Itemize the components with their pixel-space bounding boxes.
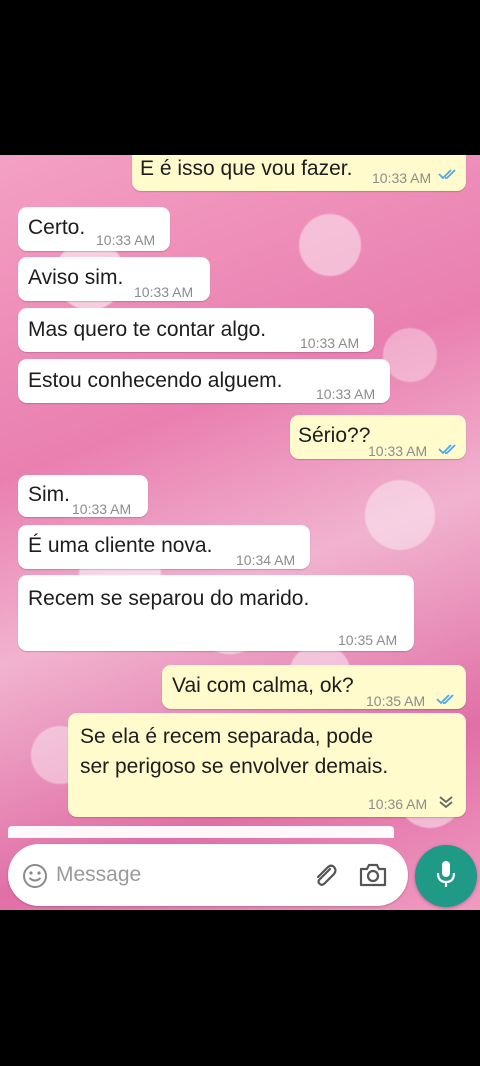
message-time: 10:33 AM (300, 335, 360, 351)
message-text: Mas quero te contar algo. (28, 318, 267, 341)
message-bubble-incoming[interactable]: Estou conhecendo alguem. 10:33 AM (18, 359, 390, 403)
attach-icon[interactable] (310, 860, 340, 890)
message-text: Estou conhecendo alguem. (28, 369, 283, 392)
message-text: Recem se separou do marido. (28, 587, 310, 610)
message-time: 10:34 AM (236, 552, 296, 568)
message-bubble-partial (8, 826, 394, 838)
message-bubble-incoming[interactable]: Aviso sim. 10:33 AM (18, 257, 210, 301)
emoji-icon[interactable] (22, 863, 48, 889)
message-time: 10:33 AM (372, 170, 432, 186)
message-time: 10:33 AM (316, 386, 376, 402)
message-text: Certo. (28, 216, 86, 239)
mic-button[interactable] (415, 845, 477, 907)
message-bubble-incoming[interactable]: Sim. 10:33 AM (18, 475, 148, 517)
message-text-line-2: ser perigoso se envolver demais. (80, 755, 389, 778)
message-text-line-1: Se ela é recem separada, pode (80, 725, 374, 748)
message-time: 10:35 AM (366, 693, 426, 709)
message-time: 10:36 AM (368, 796, 428, 812)
message-bubble-outgoing[interactable]: Se ela é recem separada, pode ser perigo… (68, 713, 466, 817)
message-time: 10:35 AM (338, 632, 398, 648)
message-time: 10:33 AM (72, 501, 132, 517)
message-text: Sério?? (298, 424, 371, 447)
message-bubble-incoming[interactable]: Recem se separou do marido. 10:35 AM (18, 575, 414, 651)
message-bubble-incoming[interactable]: Certo. 10:33 AM (18, 207, 170, 251)
message-time: 10:33 AM (368, 443, 428, 459)
read-ticks-icon (436, 687, 456, 714)
read-ticks-icon (438, 162, 458, 189)
message-text: Aviso sim. (28, 266, 124, 289)
message-bubble-incoming[interactable]: Mas quero te contar algo. 10:33 AM (18, 308, 374, 352)
mic-icon (435, 859, 457, 894)
message-bubble-outgoing[interactable]: Vai com calma, ok? 10:35 AM (162, 665, 466, 709)
message-text: E é isso que vou fazer. (140, 157, 353, 180)
scroll-down-icon[interactable] (432, 788, 460, 816)
message-time: 10:33 AM (96, 232, 156, 248)
message-composer (8, 844, 408, 906)
message-text: Vai com calma, ok? (172, 674, 354, 697)
message-text: Sim. (28, 483, 70, 506)
message-text: É uma cliente nova. (28, 534, 213, 557)
read-ticks-icon (438, 437, 458, 464)
message-input[interactable] (56, 857, 296, 893)
message-time: 10:33 AM (134, 284, 194, 300)
message-bubble-outgoing[interactable]: Sério?? 10:33 AM (290, 415, 466, 459)
message-bubble-outgoing[interactable]: E é isso que vou fazer. 10:33 AM (132, 155, 466, 191)
chat-area[interactable]: E é isso que vou fazer. 10:33 AM Certo. … (0, 155, 480, 910)
camera-icon[interactable] (358, 861, 388, 889)
message-bubble-incoming[interactable]: É uma cliente nova. 10:34 AM (18, 525, 310, 569)
